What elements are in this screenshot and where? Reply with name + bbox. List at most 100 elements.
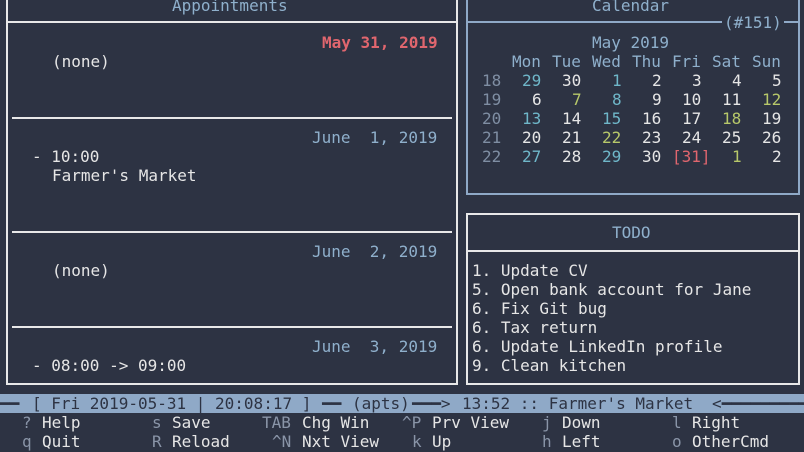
weekday-label: Mon [512, 52, 541, 71]
calendar-day[interactable]: 24 [682, 128, 701, 147]
appt-day-date: June 1, 2019 [312, 128, 438, 147]
appt-item-time[interactable]: - 10:00 [32, 147, 99, 166]
calendar-day[interactable]: 27 [522, 147, 541, 166]
help-key: ^P [402, 413, 422, 432]
help-key: h [542, 432, 552, 451]
calendar-day[interactable]: 11 [722, 90, 741, 109]
todo-item[interactable]: 6. Tax return [472, 318, 597, 337]
calendar-day[interactable]: 29 [522, 71, 541, 90]
weekday-label: Sun [752, 52, 781, 71]
help-label-nxt-view[interactable]: Nxt View [302, 432, 379, 451]
calendar-title: Calendar [592, 0, 670, 15]
help-label-save[interactable]: Save [172, 413, 211, 432]
appt-item-text[interactable]: (none) [52, 261, 110, 280]
help-label-help[interactable]: Help [42, 413, 81, 432]
calendar-day[interactable]: 10 [682, 90, 701, 109]
status-bar: ━━ [ Fri 2019-05-31 | 20:08:17 ] ━━ (apt… [0, 394, 804, 413]
help-key: TAB [262, 413, 291, 432]
weekday-label: Wed [592, 52, 621, 71]
status-line: ━━ [322, 394, 342, 413]
calendar-day[interactable]: 30 [562, 71, 581, 90]
calendar-week-tag: (#151) [722, 13, 784, 32]
help-key: s [152, 413, 162, 432]
appointments-header-divider [8, 21, 456, 23]
help-label-right[interactable]: Right [692, 413, 740, 432]
status-mode: (apts) [352, 394, 410, 413]
calendar-day[interactable]: 22 [602, 128, 621, 147]
help-key: k [412, 432, 422, 451]
calendar-day[interactable]: 8 [612, 90, 622, 109]
calendar-day[interactable]: 23 [642, 128, 661, 147]
week-number: 22 [482, 147, 502, 166]
week-number: 19 [482, 90, 502, 109]
calendar-day[interactable]: 30 [642, 147, 661, 166]
calendar-day[interactable]: 1 [612, 71, 622, 90]
todo-item[interactable]: 6. Update LinkedIn profile [472, 337, 722, 356]
calendar-day[interactable]: 1 [732, 147, 742, 166]
help-label-reload[interactable]: Reload [172, 432, 230, 451]
calendar-day[interactable]: 25 [722, 128, 741, 147]
help-key: j [542, 413, 552, 432]
calendar-day[interactable]: 28 [562, 147, 581, 166]
todo-item[interactable]: 9. Clean kitchen [472, 356, 626, 375]
calendar-day[interactable]: 5 [772, 71, 782, 90]
help-label-left[interactable]: Left [562, 432, 601, 451]
appt-day-date: May 31, 2019 [322, 33, 438, 52]
help-key: o [672, 432, 682, 451]
help-label-down[interactable]: Down [562, 413, 601, 432]
appt-item-text[interactable]: Farmer's Market [52, 166, 197, 185]
calendar-day[interactable]: 3 [692, 71, 702, 90]
week-number: 20 [482, 109, 502, 128]
help-label-othercmd[interactable]: OtherCmd [692, 432, 769, 451]
weekday-label: Thu [632, 52, 661, 71]
weekday-label: Sat [712, 52, 741, 71]
appointments-title: Appointments [172, 0, 288, 15]
calendar-day[interactable]: 19 [762, 109, 781, 128]
calendar-month-label: May 2019 [592, 33, 670, 52]
appt-day-divider [12, 231, 452, 233]
calendar-day[interactable]: 12 [762, 90, 781, 109]
week-number: 18 [482, 71, 502, 90]
help-key: q [22, 432, 32, 451]
calendar-day[interactable]: 14 [562, 109, 581, 128]
help-key: l [672, 413, 682, 432]
help-key: ? [22, 413, 32, 432]
calendar-day[interactable]: 21 [562, 128, 581, 147]
todo-item[interactable]: 6. Fix Git bug [472, 299, 607, 318]
calendar-day[interactable]: 18 [722, 109, 741, 128]
calendar-day[interactable]: 9 [652, 90, 662, 109]
calendar-day[interactable]: 2 [772, 147, 782, 166]
todo-title: TODO [612, 223, 651, 242]
calendar-day[interactable]: 26 [762, 128, 781, 147]
calendar-day[interactable]: 6 [532, 90, 542, 109]
help-label-chg-win[interactable]: Chg Win [302, 413, 369, 432]
calendar-day[interactable]: 4 [732, 71, 742, 90]
appt-day-divider [12, 117, 452, 119]
help-key: R [152, 432, 162, 451]
status-next-appointment: 13:52 :: Farmer's Market [462, 394, 694, 413]
todo-item[interactable]: 5. Open bank account for Jane [472, 280, 751, 299]
todo-item[interactable]: 1. Update CV [472, 261, 588, 280]
calendar-day-today[interactable]: [31] [672, 147, 711, 166]
help-label-quit[interactable]: Quit [42, 432, 81, 451]
appt-item-time[interactable]: - 08:00 -> 09:00 [32, 356, 186, 375]
calendar-day[interactable]: 29 [602, 147, 621, 166]
calendar-day[interactable]: 20 [522, 128, 541, 147]
appt-item-text[interactable]: (none) [52, 52, 110, 71]
calendar-day[interactable]: 2 [652, 71, 662, 90]
calendar-day[interactable]: 17 [682, 109, 701, 128]
calendar-day[interactable]: 13 [522, 109, 541, 128]
help-label-prv-view[interactable]: Prv View [432, 413, 509, 432]
status-arrow: ━━━> [412, 394, 451, 413]
appt-day-date: June 3, 2019 [312, 337, 438, 356]
appt-day-date: June 2, 2019 [312, 242, 438, 261]
help-label-up[interactable]: Up [432, 432, 451, 451]
status-line-right: <━━━━━━━━━ [712, 394, 804, 413]
todo-header-divider [468, 250, 798, 252]
calendar-day[interactable]: 16 [642, 109, 661, 128]
status-datetime: [ Fri 2019-05-31 | 20:08:17 ] [32, 394, 312, 413]
calendar-day[interactable]: 7 [572, 90, 582, 109]
weekday-label: Fri [672, 52, 701, 71]
calendar-day[interactable]: 15 [602, 109, 621, 128]
help-key: ^N [272, 432, 292, 451]
